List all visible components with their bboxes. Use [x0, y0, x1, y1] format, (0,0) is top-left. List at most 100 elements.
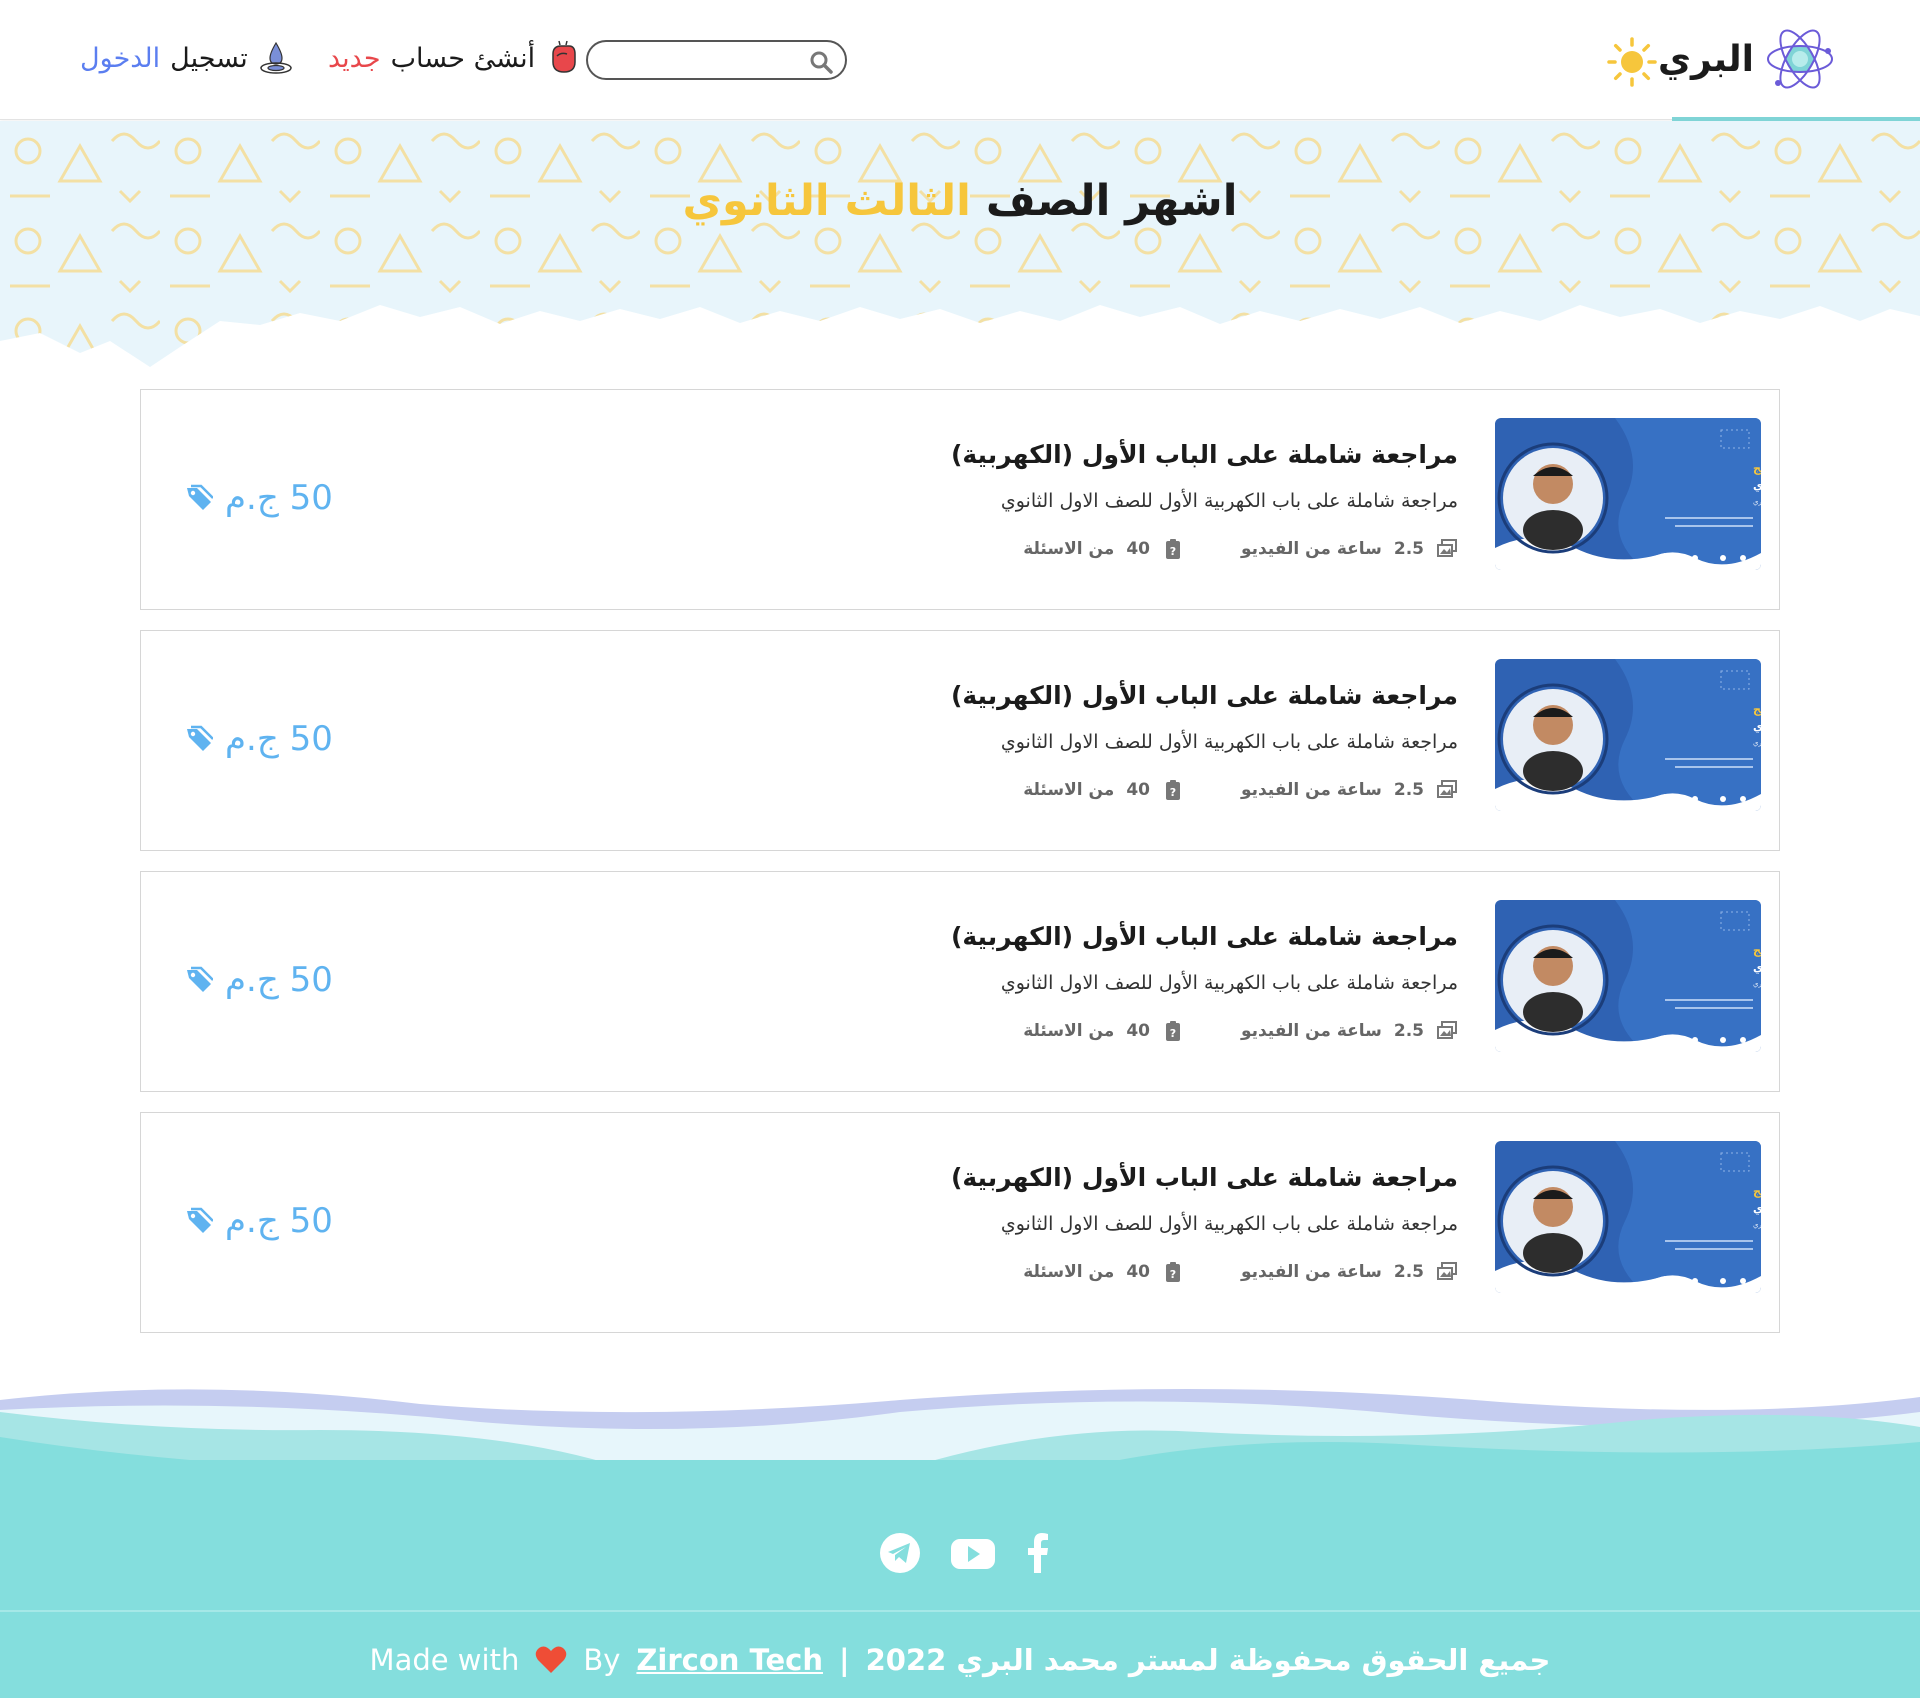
video-duration: 2.5 ساعة من الفيديو [1241, 1020, 1458, 1042]
thumbnail-subline: للصف الثاني الثانوي [1753, 1202, 1761, 1215]
site-logo[interactable]: البري [1658, 23, 1836, 95]
video-hours-label: ساعة من الفيديو [1240, 1021, 1382, 1041]
price-tag-icon [187, 1207, 213, 1233]
telegram-icon[interactable] [878, 1531, 922, 1575]
video-gallery-icon [1437, 780, 1457, 798]
price-tag-icon [187, 484, 213, 510]
heart-icon [536, 1646, 567, 1673]
svg-text:?: ? [1170, 1027, 1176, 1040]
questions-count: ? 40 من الاسئلة [1023, 538, 1184, 560]
price-tag-icon [187, 725, 213, 751]
video-hours-label: ساعة من الفيديو [1240, 1262, 1382, 1282]
svg-text:?: ? [1170, 786, 1176, 799]
register-link-accent: جديد [328, 42, 381, 74]
price-value: 50 ج.م [225, 478, 333, 518]
video-hours-label: ساعة من الفيديو [1240, 539, 1382, 559]
login-link[interactable]: تسجيل الدخول [80, 40, 294, 76]
course-card[interactable]: مراجعة شاملة على المنهج للصف الثاني الثا… [140, 871, 1780, 1092]
course-description: مراجعة شاملة على باب الكهربية الأول للصف… [1000, 972, 1458, 994]
boxing-glove-icon [552, 40, 576, 73]
price-tag-icon [187, 966, 213, 992]
thumbnail-teacher: أ. محمد البري [1753, 738, 1761, 747]
video-hours: 2.5 [1393, 539, 1424, 559]
question-clipboard-icon: ? [1166, 780, 1180, 800]
course-description: مراجعة شاملة على باب الكهربية الأول للصف… [1000, 1213, 1458, 1235]
video-gallery-icon [1437, 1021, 1457, 1039]
questions-count: ? 40 من الاسئلة [1023, 1261, 1184, 1283]
thumbnail-teacher: أ. محمد البري [1753, 497, 1761, 506]
course-thumbnail-image: مراجعة شاملة على المنهج للصف الثاني الثا… [1495, 1141, 1761, 1293]
questions-count: ? 40 من الاسئلة [1023, 779, 1184, 801]
video-hours: 2.5 [1393, 1262, 1424, 1282]
question-clipboard-icon: ? [1166, 1021, 1180, 1041]
footer-divider [0, 1610, 1920, 1612]
logo-text: البري [1658, 38, 1754, 80]
course-thumbnail-image: مراجعة شاملة على المنهج للصف الثاني الثا… [1495, 659, 1761, 811]
course-price: 50 ج.م [185, 1201, 333, 1241]
register-link[interactable]: أنشئ حساب جديد [328, 40, 581, 76]
svg-text:?: ? [1170, 1268, 1176, 1281]
footer-separator: | [838, 1643, 850, 1677]
course-thumbnail[interactable]: مراجعة شاملة على المنهج للصف الثاني الثا… [1495, 1141, 1761, 1293]
search-box [586, 40, 847, 80]
questions-number: 40 [1126, 780, 1150, 800]
site-header: البري أنشئ حساب جديد تسجيل الدخول [0, 0, 1920, 121]
thumbnail-headline: مراجعة شاملة على المنهج [1753, 1185, 1761, 1198]
price-value: 50 ج.م [225, 1201, 333, 1241]
course-card[interactable]: مراجعة شاملة على المنهج للصف الثاني الثا… [140, 630, 1780, 851]
zircon-tech-link[interactable]: Zircon Tech [636, 1643, 823, 1677]
video-hours: 2.5 [1393, 1021, 1424, 1041]
course-thumbnail[interactable]: مراجعة شاملة على المنهج للصف الثاني الثا… [1495, 900, 1761, 1052]
video-duration: 2.5 ساعة من الفيديو [1241, 779, 1458, 801]
video-gallery-icon [1437, 539, 1457, 557]
course-thumbnail-image: مراجعة شاملة على المنهج للصف الثاني الثا… [1495, 900, 1761, 1052]
questions-label: من الاسئلة [1023, 780, 1115, 800]
hero-banner: اشهر الصف الثالث الثانوي [0, 121, 1920, 371]
register-link-main: أنشئ حساب [390, 42, 536, 74]
svg-text:?: ? [1170, 545, 1176, 558]
course-description: مراجعة شاملة على باب الكهربية الأول للصف… [1000, 731, 1458, 753]
search-input[interactable] [602, 48, 802, 72]
footer-bottom: Made with By Zircon Tech | جميع الحقوق م… [0, 1630, 1920, 1690]
thumbnail-subline: للصف الثاني الثانوي [1753, 479, 1761, 492]
course-price: 50 ج.م [185, 719, 333, 759]
questions-label: من الاسئلة [1023, 1021, 1115, 1041]
hero-title-main: اشهر الصف [985, 176, 1238, 226]
questions-number: 40 [1126, 539, 1150, 559]
thumbnail-subline: للصف الثاني الثانوي [1753, 720, 1761, 733]
questions-number: 40 [1126, 1021, 1150, 1041]
questions-number: 40 [1126, 1262, 1150, 1282]
video-gallery-icon [1437, 1262, 1457, 1280]
course-description: مراجعة شاملة على باب الكهربية الأول للصف… [1000, 490, 1458, 512]
made-with-text: Made with [369, 1643, 520, 1677]
course-title[interactable]: مراجعة شاملة على الباب الأول (الكهربية) [951, 1163, 1458, 1192]
price-value: 50 ج.م [225, 960, 333, 1000]
youtube-icon[interactable] [949, 1531, 997, 1575]
thumbnail-teacher: أ. محمد البري [1753, 1220, 1761, 1229]
sun-theme-toggle-icon[interactable] [1606, 36, 1658, 88]
price-value: 50 ج.م [225, 719, 333, 759]
course-price: 50 ج.م [185, 478, 333, 518]
course-thumbnail[interactable]: مراجعة شاملة على المنهج للصف الثاني الثا… [1495, 418, 1761, 570]
course-title[interactable]: مراجعة شاملة على الباب الأول (الكهربية) [951, 440, 1458, 469]
by-text: By [583, 1643, 621, 1677]
course-title[interactable]: مراجعة شاملة على الباب الأول (الكهربية) [951, 681, 1458, 710]
thumbnail-teacher: أ. محمد البري [1753, 979, 1761, 988]
thumbnail-headline: مراجعة شاملة على المنهج [1753, 462, 1761, 475]
question-clipboard-icon: ? [1166, 1262, 1180, 1282]
atom-logo-icon [1767, 29, 1833, 89]
course-thumbnail[interactable]: مراجعة شاملة على المنهج للصف الثاني الثا… [1495, 659, 1761, 811]
course-price: 50 ج.م [185, 960, 333, 1000]
course-title[interactable]: مراجعة شاملة على الباب الأول (الكهربية) [951, 922, 1458, 951]
thumbnail-subline: للصف الثاني الثانوي [1753, 961, 1761, 974]
course-card[interactable]: مراجعة شاملة على المنهج للصف الثاني الثا… [140, 1112, 1780, 1333]
hero-title: اشهر الصف الثالث الثانوي [0, 176, 1920, 226]
course-card[interactable]: مراجعة شاملة على المنهج للصف الثاني الثا… [140, 389, 1780, 610]
questions-label: من الاسئلة [1023, 539, 1115, 559]
login-link-main: تسجيل [170, 42, 248, 74]
water-drop-icon [260, 41, 292, 74]
search-icon[interactable] [809, 50, 833, 74]
facebook-icon[interactable] [1023, 1531, 1053, 1575]
question-clipboard-icon: ? [1166, 539, 1180, 559]
video-duration: 2.5 ساعة من الفيديو [1241, 1261, 1458, 1283]
